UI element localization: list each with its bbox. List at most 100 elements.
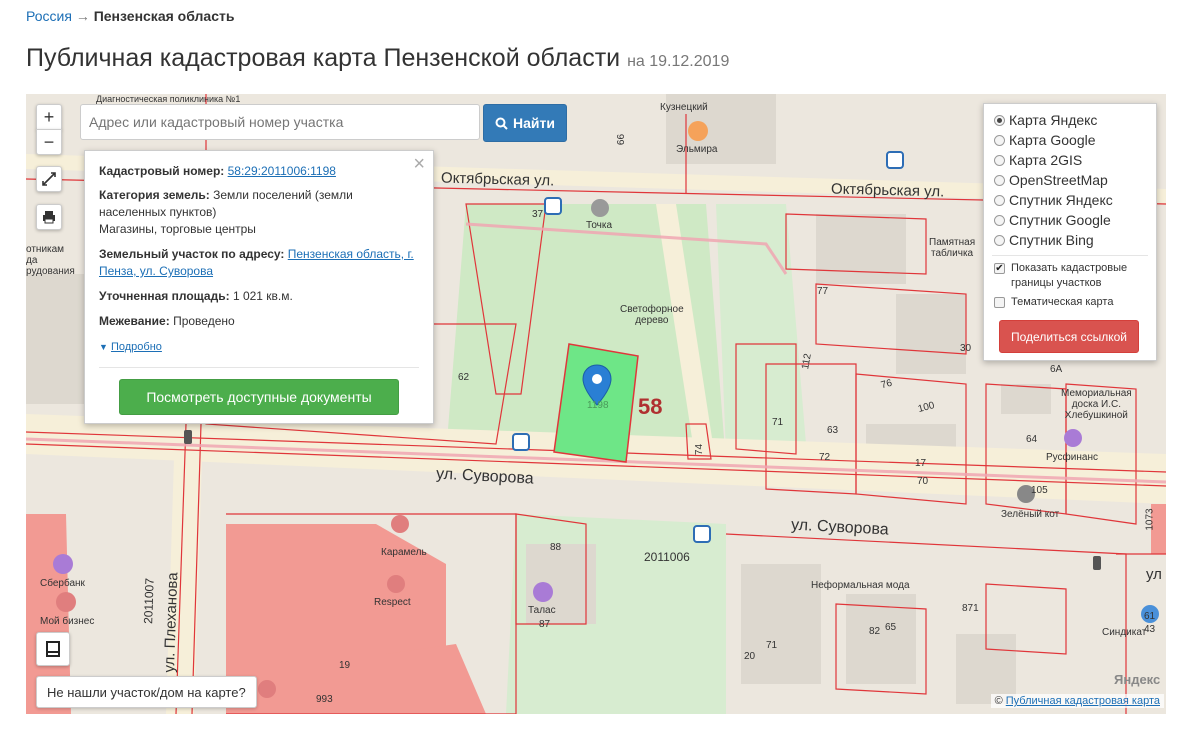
zoom-in-button[interactable]: + (36, 104, 62, 130)
lot-number: 871 (962, 603, 979, 614)
radio-icon[interactable] (994, 174, 1005, 186)
cadastral-number-link[interactable]: 58:29:2011006:1198 (228, 164, 336, 178)
poi-label: Мой бизнес (40, 616, 95, 627)
radio-icon[interactable] (994, 114, 1005, 126)
layer-option[interactable]: Спутник Google (994, 212, 1111, 228)
zoom-out-button[interactable]: − (36, 129, 62, 155)
lot-number: 82 (869, 626, 881, 637)
breadcrumb-country-link[interactable]: Россия (26, 8, 72, 24)
lot-number: 88 (550, 542, 562, 553)
radio-icon[interactable] (994, 214, 1005, 226)
fullscreen-button[interactable] (36, 166, 62, 192)
area-value: 1 021 кв.м. (232, 289, 293, 303)
shop-icon (391, 515, 409, 533)
lot-number: 993 (316, 694, 333, 705)
view-documents-button[interactable]: Посмотреть доступные документы (119, 379, 399, 415)
lot-number: 63 (827, 425, 839, 436)
lot-number: 62 (458, 372, 470, 383)
land-category-row: Категория земель: Земли поселений (земли… (99, 187, 419, 221)
layer-option[interactable]: Спутник Яндекс (994, 192, 1113, 208)
address-row: Земельный участок по адресу: Пензенская … (99, 246, 419, 280)
radio-icon[interactable] (994, 154, 1005, 166)
attribution-link[interactable]: Публичная кадастровая карта (1006, 695, 1160, 707)
search-input[interactable] (80, 104, 480, 140)
lot-number: 66 (616, 133, 628, 146)
lot-number: 71 (772, 417, 784, 428)
poi-label: Кузнецкий (660, 102, 708, 113)
ruler-button[interactable] (36, 632, 70, 666)
layer-label: Карта 2GIS (1009, 152, 1083, 168)
poi-label: Карамель (381, 547, 427, 558)
checkbox-checked-icon[interactable]: ✔ (994, 263, 1005, 274)
block-code: 2011007 (141, 577, 157, 625)
scissors-icon (533, 582, 553, 602)
radio-icon[interactable] (994, 234, 1005, 246)
search-button[interactable]: Найти (483, 104, 567, 142)
lot-number: 64 (1026, 434, 1038, 445)
attribution: © Публичная кадастровая карта (990, 694, 1164, 708)
yandex-logo: Яндекс (1114, 672, 1161, 687)
layer-option[interactable]: Карта 2GIS (994, 152, 1082, 168)
radio-icon[interactable] (994, 194, 1005, 206)
layer-label: Карта Яндекс (1009, 112, 1098, 128)
print-button[interactable] (36, 204, 62, 230)
show-borders-option[interactable]: ✔ Показать кадастровые границы участков (994, 261, 1146, 291)
page-title-text: Публичная кадастровая карта Пензенской о… (26, 44, 621, 72)
print-icon (43, 211, 55, 224)
share-link-button[interactable]: Поделиться ссылкой (999, 320, 1139, 353)
street-label: Октябрьская ул. (830, 180, 945, 201)
layer-option[interactable]: OpenStreetMap (994, 172, 1108, 188)
more-details-toggle[interactable]: ▼ Подробно (99, 339, 419, 356)
survey-value: Проведено (173, 314, 235, 328)
more-details-link[interactable]: Подробно (111, 341, 162, 353)
poi-label: Памятная табличка (929, 237, 976, 259)
field-label: Земельный участок по адресу: (99, 247, 285, 261)
traffic-light-icon (1093, 556, 1101, 570)
cadastral-map[interactable]: Октябрьская ул. Октябрьская ул. ул. Суво… (26, 94, 1166, 714)
poi-label: Светофорное дерево (620, 304, 684, 326)
search-icon (495, 117, 508, 130)
poi-label: отникам да рудования (26, 244, 75, 277)
divider (99, 367, 419, 368)
checkbox-icon[interactable] (994, 297, 1005, 308)
poi-label: Мемориальная доска И.С. Хлебушкиной (1061, 388, 1132, 421)
layer-label: Спутник Яндекс (1009, 192, 1113, 208)
lot-number: 37 (532, 209, 544, 220)
lot-number: 61 (1144, 611, 1156, 622)
bank-icon (53, 554, 73, 574)
thematic-option[interactable]: Тематическая карта (994, 295, 1113, 310)
lot-number: 6А (1050, 364, 1063, 375)
not-found-button[interactable]: Не нашли участок/дом на карте? (36, 676, 257, 708)
ruler-icon (46, 641, 60, 657)
bus-stop-icon (886, 151, 904, 169)
lot-number: 17 (915, 458, 927, 469)
layer-switcher: Карта Яндекс Карта Google Карта 2GIS Ope… (983, 103, 1157, 361)
page-title: Публичная кадастровая карта Пензенской о… (26, 44, 729, 73)
lot-number: 74 (694, 443, 706, 456)
area-row: Уточненная площадь: 1 021 кв.м. (99, 288, 419, 305)
poi-label: Диагностическая поликлиника №1 (96, 94, 241, 104)
lot-number: 70 (917, 476, 929, 487)
plot-info-popup: × Кадастровый номер: 58:29:2011006:1198 … (84, 150, 434, 424)
layer-option[interactable]: Карта Google (994, 132, 1096, 148)
poi-label: Эльмира (676, 144, 718, 155)
poi-label: Respect (374, 597, 411, 608)
cadastral-number-row: Кадастровый номер: 58:29:2011006:1198 (99, 163, 419, 180)
layer-option[interactable]: Карта Яндекс (994, 112, 1097, 128)
fullscreen-icon (42, 172, 56, 186)
lot-number: 65 (885, 622, 897, 633)
lot-number: 43 (1144, 624, 1156, 635)
breadcrumb-arrow: → (75, 8, 90, 24)
field-label: Уточненная площадь: (99, 289, 230, 303)
caret-down-icon: ▼ (99, 342, 108, 352)
shop-icon (258, 680, 276, 698)
page-date: на 19.12.2019 (627, 53, 730, 70)
lot-number: 1073 (1144, 508, 1156, 531)
lot-number: 20 (744, 651, 756, 662)
lot-number: 19 (339, 660, 351, 671)
layer-option[interactable]: Спутник Bing (994, 232, 1094, 248)
radio-icon[interactable] (994, 134, 1005, 146)
poi-label: Точка (586, 220, 613, 231)
survey-row: Межевание: Проведено (99, 313, 419, 330)
traffic-light-icon (184, 430, 192, 444)
